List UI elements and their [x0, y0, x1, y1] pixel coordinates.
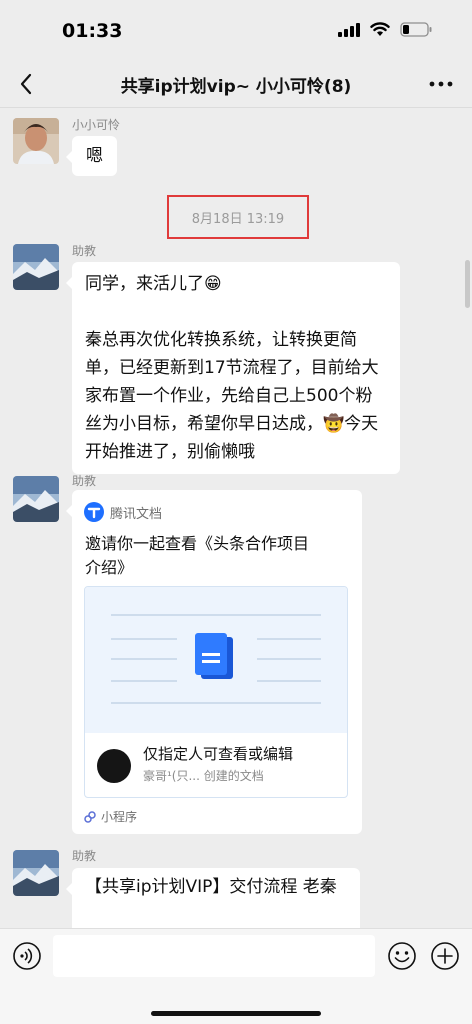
message-bubble[interactable]: 嗯 — [66, 136, 117, 176]
sender-name: 助教 — [72, 474, 97, 488]
emoji-icon[interactable] — [387, 941, 417, 971]
message-paragraph: 同学，来活儿了😁 — [85, 274, 222, 294]
battery-icon — [400, 22, 432, 37]
more-icon[interactable] — [428, 72, 454, 96]
doc-permission: 仅指定人可查看或编辑 — [143, 745, 294, 763]
voice-icon[interactable] — [12, 941, 42, 971]
doc-app-name: 腾讯文档 — [110, 506, 163, 522]
chat-title: 共享ip计划vip~ 小小可怜(8) — [120, 77, 352, 97]
wifi-icon — [370, 22, 390, 36]
mini-program-icon — [84, 810, 96, 823]
doc-footer: 小程序 — [84, 808, 137, 825]
doc-owner: 豪哥¹(只... 创建的文档 — [143, 769, 264, 783]
doc-app-row: 腾讯文档 — [84, 502, 162, 522]
timestamp-highlight: 8月18日 13:19 — [167, 195, 309, 239]
message-paragraph: 秦总再次优化转换系统，让转换更简单，已经更新到17节流程了，目前给大家布置一个作… — [85, 330, 379, 462]
sender-name: 小小可怜 — [72, 118, 121, 132]
status-bar: 01:33 — [0, 0, 472, 60]
signal-icon — [338, 22, 360, 37]
owner-avatar — [97, 749, 131, 783]
avatar[interactable] — [13, 476, 59, 522]
scrollbar[interactable] — [465, 260, 470, 308]
doc-footer-label: 小程序 — [101, 810, 138, 824]
doc-title: 邀请你一起查看《头条合作项目介绍》 — [85, 534, 310, 577]
avatar[interactable] — [13, 850, 59, 896]
doc-preview[interactable]: 仅指定人可查看或编辑 豪哥¹(只... 创建的文档 — [84, 586, 348, 798]
home-indicator — [151, 1011, 321, 1016]
message-bubble[interactable]: 【共享ip计划VIP】交付流程 老秦 — [66, 868, 360, 928]
avatar[interactable] — [13, 244, 59, 290]
sender-name: 助教 — [72, 244, 97, 258]
message-timestamp: 8月18日 13:19 — [191, 211, 285, 227]
tencent-docs-icon — [84, 502, 104, 522]
doc-share-card[interactable]: 腾讯文档 邀请你一起查看《头条合作项目介绍》 仅指定人可查看或编辑 豪哥¹(只.… — [66, 490, 362, 834]
input-bar — [0, 928, 472, 1024]
message-bubble[interactable]: 同学，来活儿了😁 秦总再次优化转换系统，让转换更简单，已经更新到17节流程了，目… — [66, 262, 400, 474]
document-icon — [195, 633, 233, 679]
message-text: 【共享ip计划VIP】交付流程 老秦 — [85, 877, 337, 897]
message-input[interactable] — [53, 935, 375, 977]
nav-bar: 共享ip计划vip~ 小小可怜(8) — [0, 60, 472, 108]
plus-icon[interactable] — [430, 941, 460, 971]
doc-preview-thumbnail — [85, 587, 347, 733]
status-icons — [338, 22, 432, 37]
message-text: 嗯 — [86, 146, 103, 166]
chat-area[interactable]: 小小可怜 嗯 8月18日 13:19 助教 同学，来活儿了😁 秦总再次优化转换系… — [0, 108, 472, 928]
status-time: 01:33 — [62, 20, 123, 42]
sender-name: 助教 — [72, 849, 97, 863]
avatar[interactable] — [13, 118, 59, 164]
